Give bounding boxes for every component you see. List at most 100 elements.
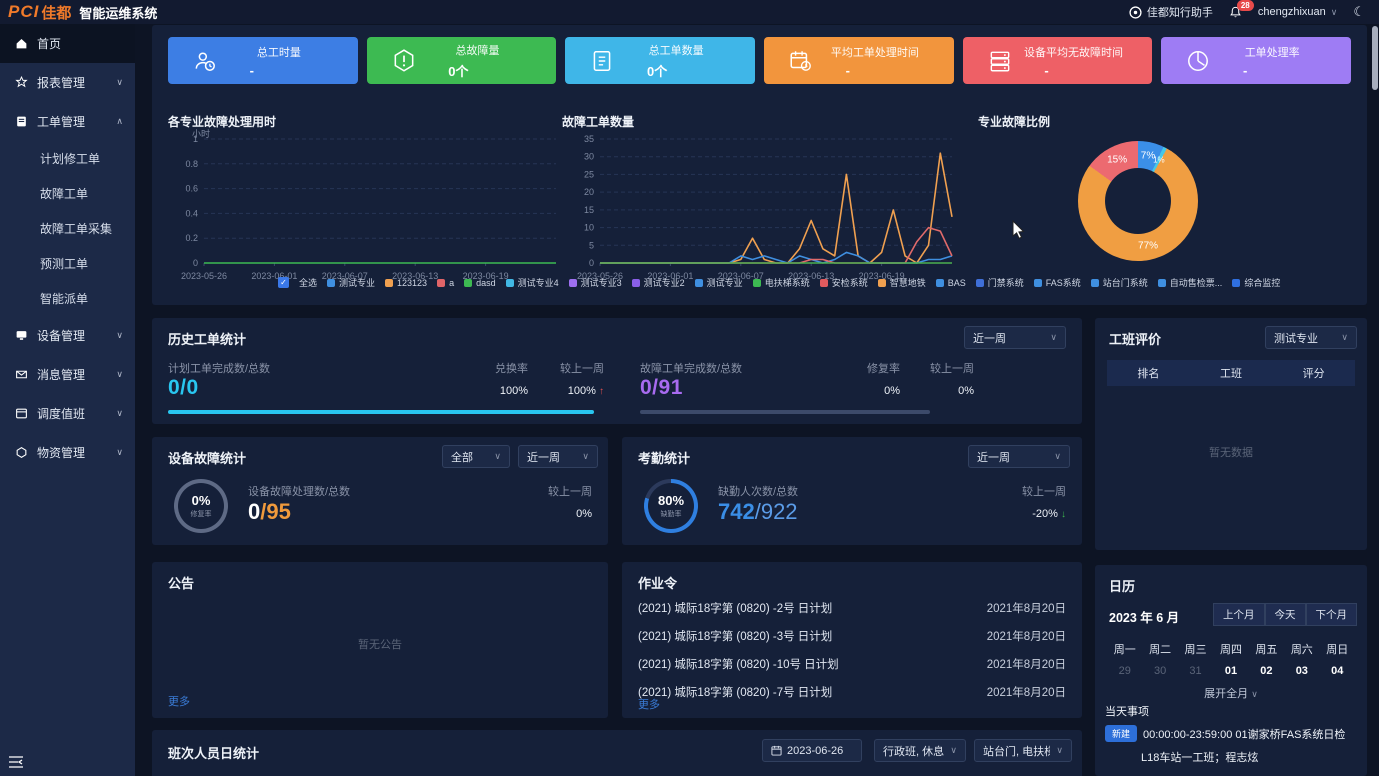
next-month-button[interactable]: 下个月 bbox=[1306, 603, 1358, 626]
device-scope-select[interactable]: 全部∨ bbox=[442, 445, 510, 468]
legend-item[interactable]: 测试专业 bbox=[327, 276, 375, 289]
expand-month-link[interactable]: 展开全月 ∨ bbox=[1095, 685, 1367, 701]
legend-item[interactable]: a bbox=[437, 278, 454, 288]
stat-cards-row: 总工时量- 总故障量0个 总工单数量0个 平均工单处理时间- 设备平均无故障时间… bbox=[168, 37, 1351, 84]
legend-item[interactable]: 电扶梯系统 bbox=[753, 276, 810, 289]
calendar-day[interactable]: 02 bbox=[1249, 665, 1284, 677]
legend-item[interactable]: 测试专业3 bbox=[569, 276, 622, 289]
device-fault-value: 0/95 bbox=[248, 499, 291, 525]
legend-item[interactable]: 智慧地铁 bbox=[878, 276, 926, 289]
calendar-days-row: 29303101020304 bbox=[1107, 665, 1355, 677]
legend-swatch bbox=[1232, 279, 1240, 287]
crew-filter-select[interactable]: 测试专业∨ bbox=[1265, 326, 1357, 349]
legend-item[interactable]: 123123 bbox=[385, 278, 427, 288]
legend-item[interactable]: 测试专业 bbox=[695, 276, 743, 289]
shift-date-picker[interactable]: 2023-06-26 bbox=[762, 739, 862, 762]
device-fault-panel: 设备故障统计 全部∨ 近一周∨ 0%修复率 设备故障处理数/总数 0/95 较上… bbox=[152, 437, 608, 545]
worklist-row[interactable]: (2021) 城际18字第 (0820) -2号 日计划 2021年8月20日 bbox=[638, 594, 1066, 622]
legend-item[interactable]: 安检系统 bbox=[820, 276, 868, 289]
scrollbar-thumb[interactable] bbox=[1372, 26, 1378, 90]
sidebar-item-home[interactable]: 首页 bbox=[0, 24, 135, 63]
prev-month-button[interactable]: 上个月 bbox=[1213, 603, 1265, 626]
attendance-range-select[interactable]: 近一周∨ bbox=[968, 445, 1070, 468]
svg-text:0.2: 0.2 bbox=[185, 233, 198, 243]
legend-item[interactable]: FAS系统 bbox=[1034, 276, 1081, 289]
legend-item[interactable]: 门禁系统 bbox=[976, 276, 1024, 289]
logo-pci-text: PCI bbox=[8, 2, 39, 22]
sidebar-subitem-label: 预测工单 bbox=[40, 255, 88, 272]
sidebar-subitem-label: 故障工单 bbox=[40, 185, 88, 202]
plan-workorder-label: 计划工单完成数/总数 bbox=[168, 360, 270, 376]
calendar-weekday-row: 周一周二周三周四周五周六周日 bbox=[1107, 641, 1355, 657]
svg-text:0: 0 bbox=[193, 258, 198, 268]
sidebar-subitem-fault-collect[interactable]: 故障工单采集 bbox=[0, 211, 135, 246]
calendar-day[interactable]: 04 bbox=[1320, 665, 1355, 677]
stat-card-total-faults[interactable]: 总故障量0个 bbox=[367, 37, 557, 84]
sidebar-subitem-smart-dispatch[interactable]: 智能派单 bbox=[0, 281, 135, 316]
logo-jiadu-text: 佳都 bbox=[41, 2, 71, 23]
shift-system-select[interactable]: 站台门, 电扶梯...∨ bbox=[974, 739, 1072, 762]
legend-label: 综合监控 bbox=[1244, 276, 1280, 289]
stat-card-mtbf[interactable]: 设备平均无故障时间- bbox=[963, 37, 1153, 84]
legend-item[interactable]: BAS bbox=[936, 278, 966, 288]
legend-select-all-checkbox[interactable]: ✓ bbox=[278, 277, 289, 288]
stat-card-handle-rate[interactable]: 工单处理率- bbox=[1161, 37, 1351, 84]
device-range-select[interactable]: 近一周∨ bbox=[518, 445, 598, 468]
legend-item[interactable]: 测试专业4 bbox=[506, 276, 559, 289]
legend-item[interactable]: 综合监控 bbox=[1232, 276, 1280, 289]
user-menu[interactable]: chengzhixuan ∨ bbox=[1258, 6, 1337, 18]
sidebar-collapse-button[interactable] bbox=[8, 755, 24, 774]
sidebar-item-messages[interactable]: 消息管理 ∨ bbox=[0, 355, 135, 394]
donut-hole bbox=[1105, 168, 1171, 234]
notifications-button[interactable]: 28 bbox=[1229, 6, 1242, 19]
stat-card-total-hours[interactable]: 总工时量- bbox=[168, 37, 358, 84]
legend-item[interactable]: 站台门系统 bbox=[1091, 276, 1148, 289]
history-range-select[interactable]: 近一周∨ bbox=[964, 326, 1066, 349]
calendar-day[interactable]: 29 bbox=[1107, 665, 1142, 677]
sidebar-subitem-predict-workorder[interactable]: 预测工单 bbox=[0, 246, 135, 281]
today-button[interactable]: 今天 bbox=[1265, 603, 1306, 626]
fault-ratio-donut-chart[interactable]: 7%1%77%15% bbox=[1078, 141, 1198, 261]
legend-swatch bbox=[1034, 279, 1042, 287]
calendar-panel: 日历 2023 年 6 月 上个月 今天 下个月 周一周二周三周四周五周六周日 … bbox=[1095, 565, 1367, 776]
sidebar-item-devices[interactable]: 设备管理 ∨ bbox=[0, 316, 135, 355]
calendar-day[interactable]: 01 bbox=[1213, 665, 1248, 677]
sidebar-item-dispatch-duty[interactable]: 调度值班 ∨ bbox=[0, 394, 135, 433]
shift-type-select[interactable]: 行政班, 休息, ...∨ bbox=[874, 739, 966, 762]
fault-count-line-chart[interactable]: 051015202530352023-05-262023-06-012023-0… bbox=[564, 127, 960, 285]
stat-card-avg-handle-time[interactable]: 平均工单处理时间- bbox=[764, 37, 954, 84]
history-stats-panel: 历史工单统计 近一周∨ 计划工单完成数/总数 0/0 兑换率 100% 较上一周… bbox=[152, 318, 1082, 424]
sidebar-item-reports[interactable]: 报表管理 ∨ bbox=[0, 63, 135, 102]
crew-table-header: 排名 工班 评分 bbox=[1107, 360, 1355, 386]
dark-mode-toggle[interactable]: ☾ bbox=[1353, 4, 1365, 20]
today-events-label: 当天事项 bbox=[1105, 703, 1149, 719]
fault-duration-line-chart[interactable]: 小时00.20.40.60.812023-05-262023-06-012023… bbox=[168, 127, 564, 285]
calendar-event[interactable]: 新建 00:00:00-23:59:00 01谢家桥FAS系统日检 bbox=[1105, 725, 1359, 742]
sidebar-item-materials[interactable]: 物资管理 ∨ bbox=[0, 433, 135, 472]
legend-swatch bbox=[569, 279, 577, 287]
svg-text:35: 35 bbox=[584, 134, 594, 144]
legend-swatch bbox=[464, 279, 472, 287]
legend-item[interactable]: 自动售检票... bbox=[1158, 276, 1223, 289]
calendar-day[interactable]: 31 bbox=[1178, 665, 1213, 677]
legend-item[interactable]: 测试专业2 bbox=[632, 276, 685, 289]
stat-card-total-workorders[interactable]: 总工单数量0个 bbox=[565, 37, 755, 84]
sidebar-subitem-planned-workorder[interactable]: 计划修工单 bbox=[0, 141, 135, 176]
svg-text:1: 1 bbox=[193, 134, 198, 144]
legend-swatch bbox=[632, 279, 640, 287]
calendar-day[interactable]: 03 bbox=[1284, 665, 1319, 677]
sidebar-item-workorders[interactable]: 工单管理 ∧ bbox=[0, 102, 135, 141]
worklist-row[interactable]: (2021) 城际18字第 (0820) -7号 日计划 2021年8月20日 bbox=[638, 678, 1066, 706]
calendar-day[interactable]: 30 bbox=[1142, 665, 1177, 677]
gauge-value: 80% bbox=[658, 493, 684, 508]
calendar-clock-icon bbox=[788, 48, 814, 74]
legend-item[interactable]: dasd bbox=[464, 278, 496, 288]
notice-more-link[interactable]: 更多 bbox=[168, 693, 190, 709]
legend-label: 门禁系统 bbox=[988, 276, 1024, 289]
donut-slice-label: 77% bbox=[1138, 240, 1158, 251]
worklist-row[interactable]: (2021) 城际18字第 (0820) -3号 日计划 2021年8月20日 bbox=[638, 622, 1066, 650]
worklist-more-link[interactable]: 更多 bbox=[638, 696, 660, 712]
assistant-button[interactable]: 佳都知行助手 bbox=[1129, 4, 1213, 20]
worklist-row[interactable]: (2021) 城际18字第 (0820) -10号 日计划 2021年8月20日 bbox=[638, 650, 1066, 678]
sidebar-subitem-fault-workorder[interactable]: 故障工单 bbox=[0, 176, 135, 211]
